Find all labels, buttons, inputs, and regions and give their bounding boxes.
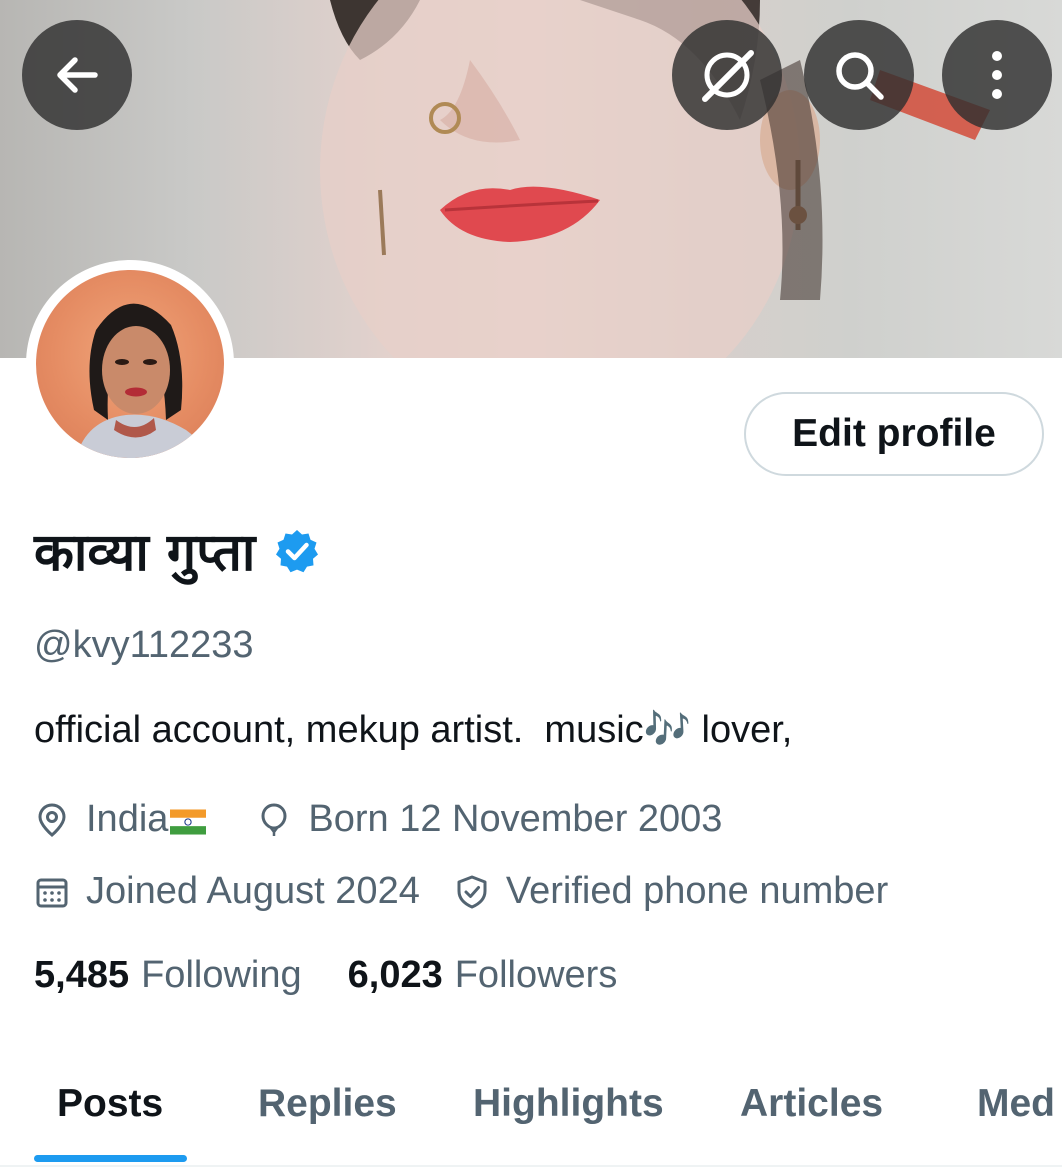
shield-check-icon: [457, 875, 487, 908]
tab-media[interactable]: Med: [977, 1082, 1055, 1126]
calendar-icon: [36, 878, 68, 907]
more-button[interactable]: [942, 20, 1052, 130]
follow-stats: 5,485 Following 6,023 Followers: [34, 954, 617, 997]
following-label: Following: [141, 954, 302, 996]
arrow-left-icon: [57, 57, 98, 93]
profile-meta-row-1: India Born 12 November 2003: [34, 798, 722, 841]
verified-phone-item[interactable]: Verified phone number: [454, 870, 888, 913]
avatar-photo: [36, 270, 224, 458]
profile-name-row: काव्या गुप्ता: [34, 515, 321, 586]
profile-bio: official account, mekup artist. music🎶 l…: [34, 709, 793, 751]
tab-highlights[interactable]: Highlights: [473, 1082, 664, 1126]
tab-posts[interactable]: Posts: [57, 1082, 163, 1126]
location-text: India: [86, 798, 169, 840]
profile-meta-row-2: Joined August 2024 Verified phone number: [34, 870, 888, 913]
following-stat[interactable]: 5,485 Following: [34, 954, 302, 997]
birthday-item: Born 12 November 2003: [256, 798, 722, 841]
grok-icon: [702, 50, 754, 102]
tab-articles[interactable]: Articles: [740, 1082, 883, 1126]
followers-stat[interactable]: 6,023 Followers: [348, 954, 618, 997]
verified-badge-icon[interactable]: [273, 527, 321, 575]
active-tab-indicator: [34, 1155, 187, 1162]
profile-handle: @kvy112233: [34, 624, 254, 666]
followers-count: 6,023: [347, 954, 443, 996]
joined-text: Joined August 2024: [86, 870, 420, 912]
edit-profile-button[interactable]: Edit profile: [744, 392, 1044, 476]
verified-phone-text: Verified phone number: [505, 870, 889, 912]
avatar[interactable]: [26, 260, 234, 468]
profile-tabs: Posts Replies Highlights Articles Med: [0, 1040, 1062, 1167]
birth-text: Born 12 November 2003: [308, 798, 723, 840]
more-vertical-icon: [992, 51, 1002, 99]
profile-name: काव्या गुप्ता: [34, 523, 256, 583]
location-item: India: [34, 798, 222, 841]
following-count: 5,485: [34, 954, 130, 996]
search-icon: [836, 52, 884, 100]
grok-button[interactable]: [672, 20, 782, 130]
india-flag-icon: [170, 808, 207, 835]
tab-replies[interactable]: Replies: [258, 1082, 397, 1126]
location-pin-icon: [38, 802, 66, 837]
followers-label: Followers: [454, 954, 618, 996]
balloon-icon: [261, 802, 287, 836]
joined-item: Joined August 2024: [34, 870, 420, 913]
search-button[interactable]: [804, 20, 914, 130]
back-button[interactable]: [22, 20, 132, 130]
